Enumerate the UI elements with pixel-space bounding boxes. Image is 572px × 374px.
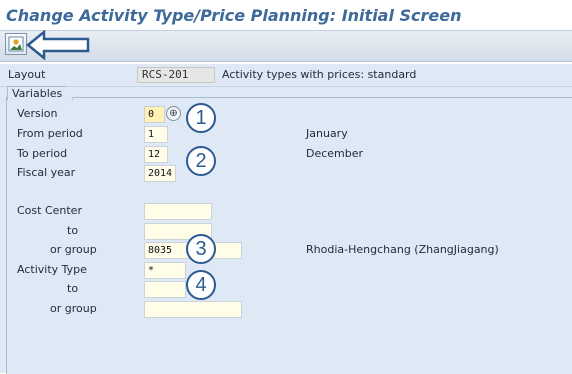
to-period-label: To period [17,147,68,160]
callout-4: 4 [186,270,216,300]
version-input[interactable] [144,106,165,123]
cost-center-label: Cost Center [17,204,82,217]
cost-center-to-label: to [67,224,79,237]
from-period-description: January [306,127,348,140]
version-label: Version [17,107,58,120]
to-period-input[interactable] [144,146,168,163]
variables-group [6,97,572,374]
activity-type-group-label: or group [50,302,97,315]
layout-description: Activity types with prices: standard [222,68,417,81]
from-period-label: From period [17,127,83,140]
activity-type-to-label: to [67,282,79,295]
activity-type-input[interactable] [144,262,186,279]
callout-1: 1 [186,103,216,133]
callout-2: 2 [186,146,216,176]
fiscal-year-label: Fiscal year [17,166,76,179]
cost-center-input[interactable] [144,203,212,220]
layout-row: Layout RCS-201 Activity types with price… [0,64,572,87]
activity-type-label: Activity Type [17,263,87,276]
value-help-icon[interactable]: ⊕ [166,106,181,121]
fiscal-year-input[interactable] [144,165,176,182]
activity-type-group-input[interactable] [144,301,242,318]
layout-field: RCS-201 [137,67,215,83]
to-period-description: December [306,147,364,160]
toolbar-button[interactable] [5,33,27,55]
callout-3: 3 [186,234,216,264]
cost-center-group-label: or group [50,243,97,256]
page-title: Change Activity Type/Price Planning: Ini… [6,6,462,25]
variables-tab: Variables [7,86,74,100]
activity-type-to-input[interactable] [144,281,186,298]
cost-center-group-description: Rhodia-Hengchang (ZhangJiagang) [306,243,499,256]
pointer-arrow [26,30,90,60]
from-period-input[interactable] [144,126,168,143]
layout-label: Layout [8,68,46,81]
landscape-icon [8,36,24,52]
